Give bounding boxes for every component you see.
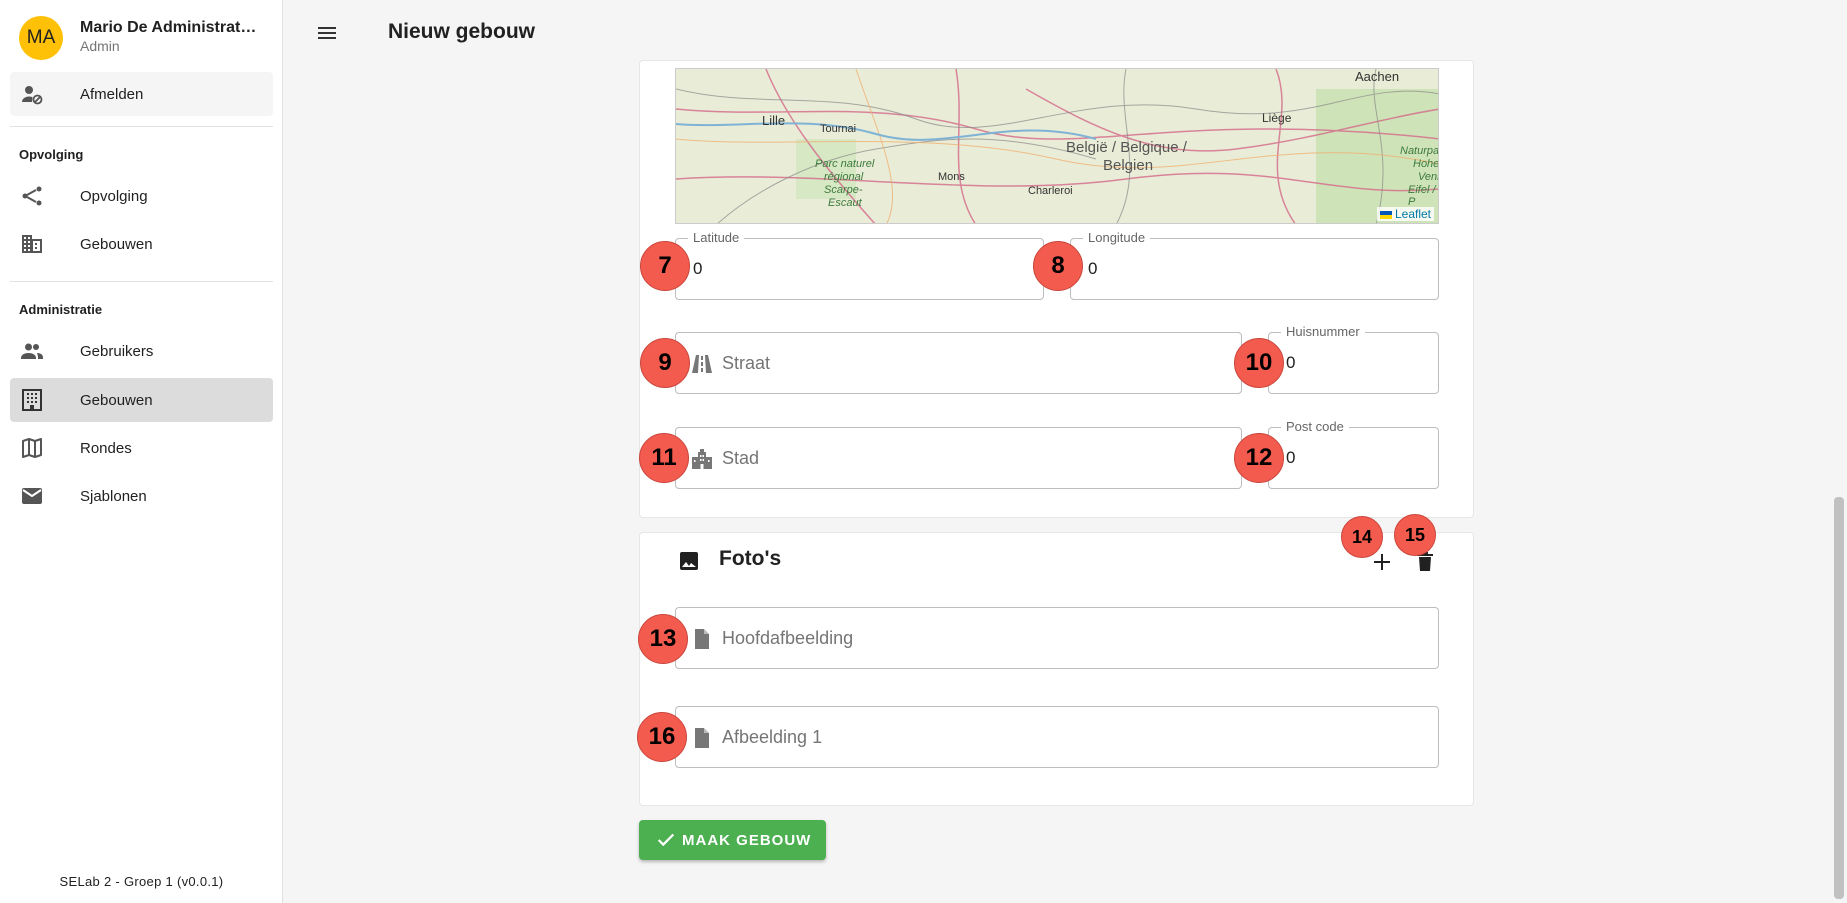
mail-icon bbox=[22, 488, 42, 504]
people-icon bbox=[21, 343, 43, 359]
marker-badge: 16 bbox=[637, 712, 687, 762]
sidebar-item-label: Sjablonen bbox=[80, 488, 147, 505]
marker-badge: 7 bbox=[640, 241, 690, 291]
app-version: SELab 2 - Groep 1 (v0.0.1) bbox=[59, 874, 224, 889]
road-icon bbox=[692, 355, 712, 373]
city-placeholder: Stad bbox=[722, 448, 760, 468]
user-name: Mario De Administrat… bbox=[80, 19, 257, 36]
house-number-field[interactable]: Huisnummer 0 bbox=[1268, 324, 1439, 394]
map-label: régional bbox=[824, 171, 864, 183]
leaflet-link: Leaflet bbox=[1394, 207, 1431, 221]
postal-code-value: 0 bbox=[1286, 448, 1296, 467]
latitude-label: Latitude bbox=[688, 230, 745, 245]
map-label: Lille bbox=[762, 113, 786, 128]
postal-code-label: Post code bbox=[1281, 419, 1349, 434]
sidebar-item-opvolging[interactable]: Opvolging bbox=[10, 174, 273, 218]
street-field[interactable]: Straat bbox=[675, 332, 1242, 394]
map-label: België / Belgique / bbox=[1066, 139, 1187, 156]
section-title-administratie: Administratie bbox=[19, 302, 103, 317]
create-building-button[interactable]: MAAK GEBOUW bbox=[639, 820, 826, 860]
image-1-field[interactable]: Afbeelding 1 bbox=[675, 706, 1439, 768]
sidebar-item-label: Gebruikers bbox=[80, 343, 154, 360]
marker-badge: 11 bbox=[639, 433, 689, 483]
street-placeholder: Straat bbox=[722, 353, 771, 373]
page-title: Nieuw gebouw bbox=[388, 20, 535, 43]
city-icon bbox=[692, 449, 712, 469]
map-label: Aachen bbox=[1355, 69, 1400, 84]
marker-badge: 12 bbox=[1234, 433, 1284, 483]
menu-icon[interactable] bbox=[315, 21, 339, 45]
divider bbox=[10, 126, 273, 127]
map-label: Venn bbox=[1418, 171, 1438, 183]
photos-title: Foto's bbox=[719, 547, 782, 570]
create-building-label: MAAK GEBOUW bbox=[682, 832, 812, 849]
sidebar-item-gebouwen[interactable]: Gebouwen bbox=[10, 378, 273, 422]
sidebar-item-gebruikers[interactable]: Gebruikers bbox=[10, 329, 273, 373]
business-icon bbox=[22, 235, 42, 253]
user-role: Admin bbox=[80, 38, 120, 54]
sidebar-item-label: Opvolging bbox=[80, 188, 148, 205]
file-icon bbox=[695, 728, 709, 748]
map-label: Scarpe- bbox=[824, 184, 863, 196]
logout-button[interactable]: Afmelden bbox=[10, 72, 273, 116]
person-off-icon bbox=[22, 86, 43, 105]
map-label: Belgien bbox=[1103, 157, 1154, 174]
flag-icon bbox=[1379, 210, 1392, 219]
route-icon bbox=[22, 186, 42, 206]
sidebar: MA Mario De Administrat… Admin Afmelden … bbox=[0, 0, 283, 903]
map-label: Liège bbox=[1262, 111, 1292, 125]
city-field[interactable]: Stad bbox=[675, 427, 1242, 489]
longitude-value: 0 bbox=[1088, 259, 1098, 278]
sidebar-item-rondes[interactable]: Rondes bbox=[10, 426, 273, 470]
map-icon bbox=[22, 438, 42, 458]
map-label: Escaut bbox=[828, 197, 862, 209]
map-label: Tournai bbox=[820, 123, 857, 135]
marker-badge: 15 bbox=[1394, 514, 1436, 556]
file-icon bbox=[695, 629, 709, 649]
marker-badge: 8 bbox=[1033, 241, 1083, 291]
marker-badge: 10 bbox=[1234, 338, 1284, 388]
check-icon bbox=[657, 833, 675, 847]
map-label: Mons bbox=[938, 171, 965, 183]
sidebar-item-label: Gebouwen bbox=[80, 236, 153, 253]
longitude-field[interactable]: Longitude 0 bbox=[1070, 230, 1439, 300]
sidebar-item-gebouwen-opvolging[interactable]: Gebouwen bbox=[10, 222, 273, 266]
map-label: Charleroi bbox=[1028, 185, 1073, 197]
main-image-field[interactable]: Hoofdafbeelding bbox=[675, 607, 1439, 669]
latitude-field[interactable]: Latitude 0 bbox=[675, 230, 1044, 300]
house-number-value: 0 bbox=[1286, 353, 1296, 372]
sidebar-item-label: Gebouwen bbox=[80, 392, 153, 409]
sidebar-item-sjablonen[interactable]: Sjablonen bbox=[10, 474, 273, 518]
leaflet-attribution[interactable]: Leaflet bbox=[1376, 207, 1434, 221]
house-number-label: Huisnummer bbox=[1281, 324, 1365, 339]
avatar[interactable]: MA bbox=[19, 16, 63, 60]
user-profile: MA Mario De Administrat… Admin bbox=[19, 16, 279, 60]
map-label: Naturpa bbox=[1400, 145, 1439, 157]
scrollbar[interactable] bbox=[1834, 497, 1844, 899]
sidebar-item-label: Rondes bbox=[80, 440, 132, 457]
image-1-placeholder: Afbeelding 1 bbox=[722, 727, 823, 747]
section-title-opvolging: Opvolging bbox=[19, 147, 84, 162]
latitude-value: 0 bbox=[693, 259, 703, 278]
logout-label: Afmelden bbox=[80, 86, 144, 103]
marker-badge: 14 bbox=[1341, 516, 1383, 558]
marker-badge: 13 bbox=[638, 614, 688, 664]
postal-code-field[interactable]: Post code 0 bbox=[1268, 419, 1439, 489]
image-icon bbox=[680, 552, 698, 570]
apartment-icon bbox=[22, 389, 42, 411]
marker-badge: 9 bbox=[640, 338, 690, 388]
map-label: Parc naturel bbox=[815, 158, 875, 170]
main-image-placeholder: Hoofdafbeelding bbox=[722, 628, 854, 648]
divider bbox=[10, 281, 273, 282]
location-map[interactable]: Aachen Lille Tournai Liège België / Belg… bbox=[675, 68, 1439, 224]
map-label: Eifel / P bbox=[1408, 184, 1436, 208]
longitude-label: Longitude bbox=[1083, 230, 1151, 245]
map-label: Hohe bbox=[1413, 158, 1439, 170]
map-roads bbox=[676, 69, 1438, 223]
